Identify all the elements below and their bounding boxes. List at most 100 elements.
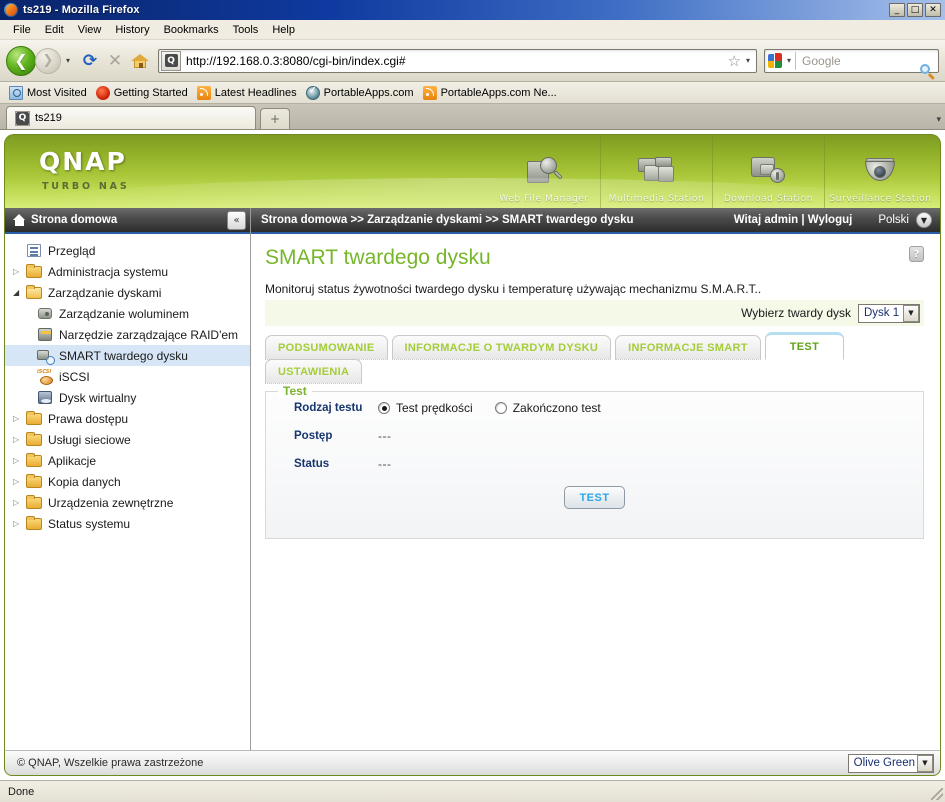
history-dropdown-icon[interactable]: ▾: [64, 56, 74, 65]
close-icon[interactable]: ✕: [925, 3, 941, 17]
station-download[interactable]: Download Station: [712, 135, 824, 208]
chevron-down-icon[interactable]: ▼: [917, 754, 933, 772]
test-button-wrap: TEST: [266, 486, 923, 509]
test-button[interactable]: TEST: [564, 486, 625, 509]
radio-zakonczono-test[interactable]: [494, 402, 507, 414]
menu-file[interactable]: File: [6, 22, 38, 38]
chevron-down-icon[interactable]: ▼: [916, 212, 932, 228]
sidebar-item-kopia-danych[interactable]: ▷ Kopia danych: [5, 471, 250, 492]
back-button-icon[interactable]: ❮: [6, 45, 36, 76]
menu-bookmarks[interactable]: Bookmarks: [157, 22, 226, 38]
bookmark-latest-headlines[interactable]: Latest Headlines: [195, 85, 302, 101]
folder-icon: [26, 264, 43, 279]
radio-test-predkosci[interactable]: [378, 402, 390, 414]
menu-help[interactable]: Help: [265, 22, 302, 38]
page-title: SMART twardego dysku: [265, 246, 491, 269]
resize-grip-icon[interactable]: [931, 788, 943, 800]
qnap-banner: QNAP TURBO NAS Web File Manager Multimed…: [4, 134, 941, 208]
help-icon[interactable]: ?: [909, 246, 924, 262]
bookmark-portableapps-news[interactable]: PortableApps.com Ne...: [421, 85, 562, 101]
form-row-progress: Postęp ---: [266, 424, 923, 448]
tree-arrow-collapsed-icon[interactable]: ▷: [13, 477, 26, 486]
disk-selector-bar: Wybierz twardy dysk Dysk 1 ▼: [265, 300, 924, 326]
tree-arrow-collapsed-icon[interactable]: ▷: [13, 435, 26, 444]
url-text[interactable]: http://192.168.0.3:8080/cgi-bin/index.cg…: [184, 54, 725, 68]
bookmark-most-visited[interactable]: Most Visited: [7, 85, 92, 101]
sidebar-item-zarzadzanie-dyskami[interactable]: ◢ Zarządzanie dyskami: [5, 282, 250, 303]
menu-tools[interactable]: Tools: [226, 22, 266, 38]
bookmark-star-icon[interactable]: ☆: [725, 52, 744, 70]
forward-button-icon[interactable]: ❯: [35, 47, 61, 74]
search-engine-dropdown-icon[interactable]: ▾: [786, 56, 795, 65]
menu-history[interactable]: History: [108, 22, 156, 38]
tree-arrow-collapsed-icon[interactable]: ▷: [13, 498, 26, 507]
tree-arrow-collapsed-icon[interactable]: ▷: [13, 414, 26, 423]
sidebar-item-label: Kopia danych: [48, 474, 121, 489]
breadcrumb[interactable]: Strona domowa >> Zarządzanie dyskami >> …: [261, 214, 634, 226]
bookmark-getting-started[interactable]: Getting Started: [94, 85, 193, 101]
tree-arrow-collapsed-icon[interactable]: ▷: [13, 267, 26, 276]
sidebar-item-label: Prawa dostępu: [48, 411, 129, 426]
sidebar-item-label: Aplikacje: [48, 453, 97, 468]
sidebar-item-przeglad[interactable]: Przegląd: [5, 240, 250, 261]
bookmark-label: Getting Started: [113, 86, 188, 99]
chevron-down-icon[interactable]: ▼: [903, 304, 919, 322]
new-tab-button[interactable]: +: [260, 108, 290, 129]
sidebar-item-prawa-dostepu[interactable]: ▷ Prawa dostępu: [5, 408, 250, 429]
sidebar-item-uslugi-sieciowe[interactable]: ▷ Usługi sieciowe: [5, 429, 250, 450]
radio-label-test-predkosci[interactable]: Test prędkości: [396, 401, 473, 415]
tree-arrow-collapsed-icon[interactable]: ▷: [13, 456, 26, 465]
bookmark-portableapps[interactable]: PortableApps.com: [304, 85, 419, 101]
station-shortcuts: Web File Manager Multimedia Station Down…: [488, 135, 936, 208]
tab-test[interactable]: TEST: [764, 332, 845, 360]
sidebar-item-zarzadzanie-woluminem[interactable]: Zarządzanie woluminem: [5, 303, 250, 324]
reload-icon[interactable]: ⟳: [79, 50, 101, 72]
disk-select-value: Dysk 1: [864, 307, 900, 319]
sidebar-item-status-systemu[interactable]: ▷ Status systemu: [5, 513, 250, 534]
sidebar-item-administracja-systemu[interactable]: ▷ Administracja systemu: [5, 261, 250, 282]
sidebar-item-urzadzenia-zewnetrzne[interactable]: ▷ Urządzenia zewnętrzne: [5, 492, 250, 513]
url-dropdown-icon[interactable]: ▾: [744, 56, 756, 65]
value-postep: ---: [378, 429, 392, 443]
sidebar-item-iscsi[interactable]: iSCSI: [5, 366, 250, 387]
tab-informacje-o-twardym-dysku[interactable]: INFORMACJE O TWARDYM DYSKU: [391, 335, 612, 360]
menu-edit[interactable]: Edit: [38, 22, 71, 38]
tab-podsumowanie[interactable]: PODSUMOWANIE: [265, 335, 388, 360]
maximize-icon[interactable]: □: [907, 3, 923, 17]
sidebar: Strona domowa « Przegląd ▷ Administracja…: [5, 208, 251, 750]
station-web-file-manager[interactable]: Web File Manager: [488, 135, 600, 208]
sidebar-item-smart-twardego-dysku[interactable]: SMART twardego dysku: [5, 345, 250, 366]
sidebar-collapse-button[interactable]: «: [227, 210, 246, 230]
form-row-test-type: Rodzaj testu Test prędkości Zakończono t…: [266, 396, 923, 420]
sidebar-item-dysk-wirtualny[interactable]: Dysk wirtualny: [5, 387, 250, 408]
browser-tab-ts219[interactable]: Q ts219: [6, 106, 256, 129]
tab-ustawienia[interactable]: USTAWIENIA: [265, 359, 363, 384]
search-bar[interactable]: ▾ Google: [764, 48, 939, 80]
menu-view[interactable]: View: [71, 22, 109, 38]
sidebar-item-raid-management[interactable]: Narzędzie zarządzające RAID'em: [5, 324, 250, 345]
tree-arrow-collapsed-icon[interactable]: ▷: [13, 519, 26, 528]
sidebar-item-aplikacje[interactable]: ▷ Aplikacje: [5, 450, 250, 471]
radio-label-zakonczono-test[interactable]: Zakończono test: [513, 401, 601, 415]
tree-arrow-expanded-icon[interactable]: ◢: [13, 288, 26, 297]
tab-list-dropdown-icon[interactable]: ▾: [936, 115, 941, 125]
language-label[interactable]: Polski: [878, 214, 909, 226]
disk-select-dropdown[interactable]: Dysk 1 ▼: [858, 303, 920, 323]
stop-icon[interactable]: ✕: [104, 50, 126, 72]
theme-selector[interactable]: Olive Green ▼: [847, 753, 934, 773]
minimize-icon[interactable]: _: [889, 3, 905, 17]
home-icon[interactable]: [129, 50, 151, 72]
most-visited-icon: [9, 85, 23, 100]
station-surveillance[interactable]: Surveillance Station: [824, 135, 936, 208]
google-icon: [768, 52, 784, 69]
search-input[interactable]: Google: [796, 54, 918, 68]
tab-row-primary: PODSUMOWANIE INFORMACJE O TWARDYM DYSKU …: [265, 332, 924, 360]
station-multimedia[interactable]: Multimedia Station: [600, 135, 712, 208]
user-greeting-and-logout[interactable]: Witaj admin | Wyloguj: [734, 214, 853, 226]
url-bar[interactable]: Q http://192.168.0.3:8080/cgi-bin/index.…: [158, 48, 757, 73]
sidebar-item-label: Zarządzanie dyskami: [48, 285, 162, 300]
tab-informacje-smart[interactable]: INFORMACJE SMART: [615, 335, 761, 360]
theme-dropdown[interactable]: Olive Green ▼: [847, 753, 934, 773]
folder-icon: [26, 432, 43, 447]
breadcrumb-bar: Strona domowa >> Zarządzanie dyskami >> …: [251, 208, 940, 234]
